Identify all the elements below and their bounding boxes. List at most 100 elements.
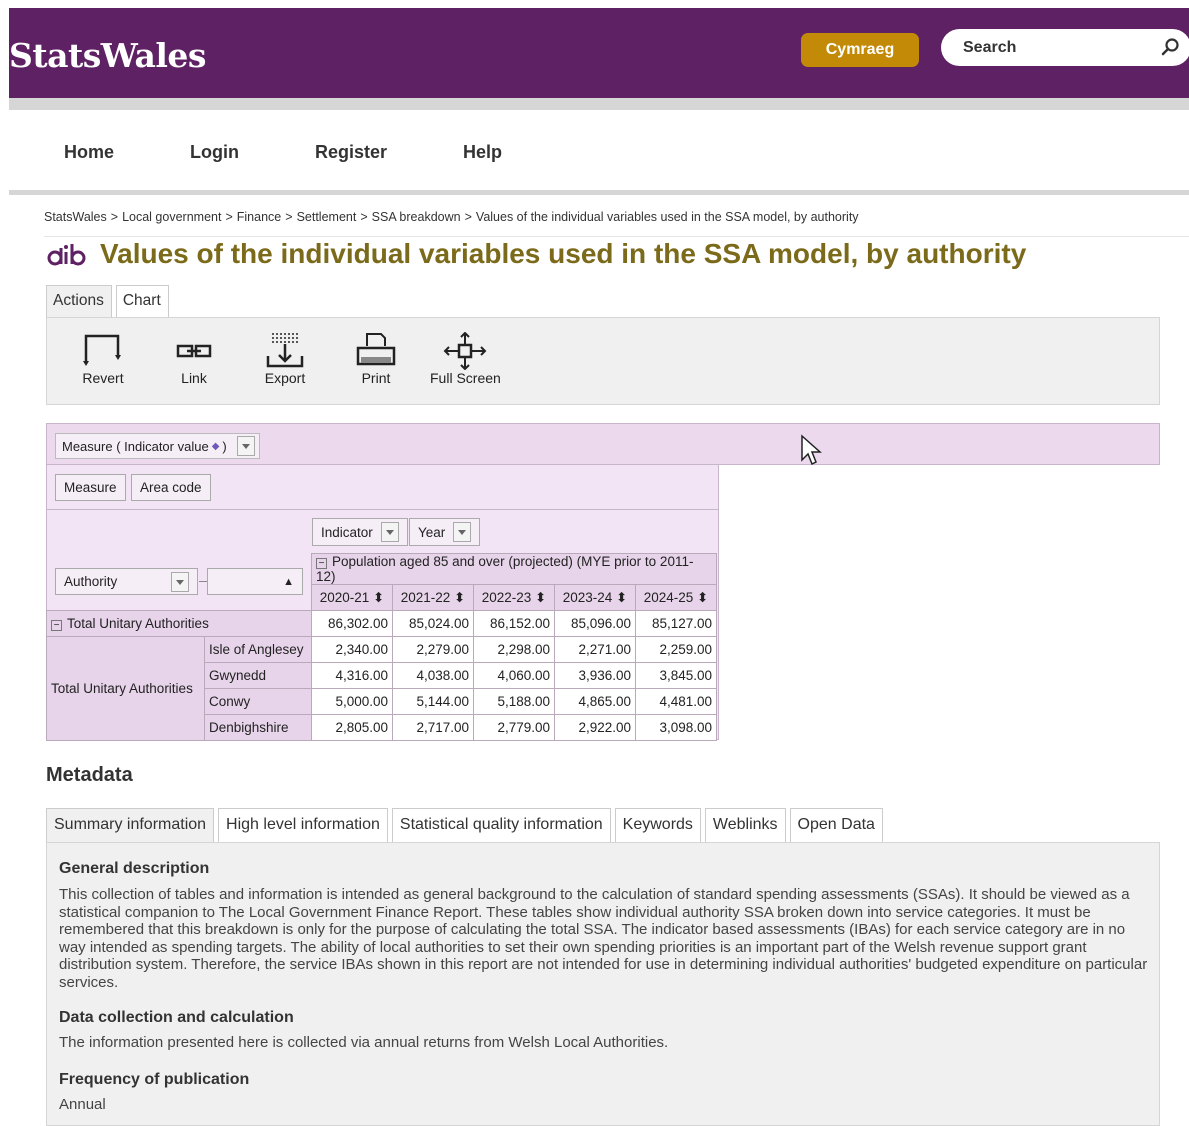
table-cell: 2,717.00 (392, 714, 474, 741)
metadata-panel: General description This collection of t… (46, 842, 1160, 1126)
page-title: Values of the individual variables used … (100, 238, 1027, 269)
tab-actions[interactable]: Actions (46, 285, 112, 317)
table-cell: 2,922.00 (554, 714, 636, 741)
table-cell: 3,845.00 (635, 662, 717, 689)
revert-button[interactable]: Revert (80, 332, 126, 386)
table-cell: 2,805.00 (311, 714, 393, 741)
breadcrumb-settlement[interactable]: Settlement (297, 210, 357, 224)
table-cell: 4,316.00 (311, 662, 393, 689)
tab-summary-information[interactable]: Summary information (46, 808, 215, 842)
collapse-icon[interactable]: − (316, 558, 327, 569)
actions-toolbar: Revert Link Export Print Full Screen (46, 317, 1160, 405)
breadcrumb-finance[interactable]: Finance (237, 210, 281, 224)
export-label: Export (264, 370, 306, 386)
site-header: StatsWales Cymraeg (9, 8, 1189, 98)
tab-open-data[interactable]: Open Data (789, 808, 883, 842)
nav-register[interactable]: Register (315, 142, 463, 163)
export-icon (266, 333, 304, 368)
breadcrumb-divider (44, 236, 1189, 237)
link-button[interactable]: Link (171, 332, 217, 386)
main-nav: Home Login Register Help (64, 142, 502, 163)
authority-name: Denbighshire (204, 714, 312, 741)
indicator-pill-label: Indicator (321, 524, 373, 540)
breadcrumb-ssa-breakdown[interactable]: SSA breakdown (372, 210, 461, 224)
chevron-down-icon[interactable] (453, 522, 472, 542)
pivot-table: − Population aged 85 and over (projected)… (46, 553, 717, 741)
year-header[interactable]: 2020-21 ⬍ (311, 584, 393, 611)
table-row: − Total Unitary Authorities 86,302.00 85,… (46, 610, 717, 637)
sort-icon: ⬍ (373, 589, 385, 605)
print-button[interactable]: Print (353, 332, 399, 386)
nav-login[interactable]: Login (190, 142, 315, 163)
table-cell: 2,279.00 (392, 636, 474, 663)
dataset-icon (47, 244, 86, 266)
nav-help[interactable]: Help (463, 142, 502, 163)
full-screen-button[interactable]: Full Screen (430, 332, 501, 386)
measure-pill[interactable]: Measure (55, 474, 126, 501)
revert-icon (83, 334, 121, 366)
tab-weblinks[interactable]: Weblinks (704, 808, 786, 842)
table-cell: 86,152.00 (473, 610, 555, 637)
breadcrumb-statswales[interactable]: StatsWales (44, 210, 107, 224)
view-tabs: Actions Chart (46, 285, 169, 317)
indicator-header: − Population aged 85 and over (projected)… (311, 553, 717, 585)
year-header[interactable]: 2023-24 ⬍ (554, 584, 636, 611)
authority-name: Conwy (204, 688, 312, 715)
general-description-text: This collection of tables and informatio… (59, 886, 1148, 991)
year-header[interactable]: 2022-23 ⬍ (473, 584, 555, 611)
group-row-header: Total Unitary Authorities (46, 636, 205, 741)
tab-keywords[interactable]: Keywords (614, 808, 701, 842)
breadcrumb-current: Values of the individual variables used … (475, 210, 859, 224)
area-code-pill[interactable]: Area code (131, 474, 211, 501)
collapse-icon[interactable]: − (51, 620, 62, 631)
print-label: Print (361, 370, 391, 386)
tab-chart[interactable]: Chart (115, 285, 169, 317)
year-header[interactable]: 2024-25 ⬍ (635, 584, 717, 611)
nav-divider (9, 190, 1189, 195)
mouse-cursor-icon (801, 434, 822, 466)
frequency-heading: Frequency of publication (59, 1071, 250, 1088)
table-cell: 4,481.00 (635, 688, 717, 715)
tab-statistical-quality-information[interactable]: Statistical quality information (391, 808, 611, 842)
indicator-pill[interactable]: Indicator (312, 518, 408, 546)
sort-icon: ⬍ (535, 589, 547, 605)
breadcrumb: StatsWales > Local government > Finance > Sett… (44, 210, 859, 224)
table-cell: 2,271.00 (554, 636, 636, 663)
table-cell: 85,096.00 (554, 610, 636, 637)
metadata-heading: Metadata (46, 764, 133, 786)
statswales-logo[interactable]: StatsWales (9, 36, 206, 75)
export-button[interactable]: Export (262, 332, 308, 386)
table-cell: 5,188.00 (473, 688, 555, 715)
year-pill[interactable]: Year (409, 518, 481, 546)
link-label: Link (181, 370, 207, 386)
measure-filter-label: Measure ( Indicator value (62, 438, 209, 454)
authority-name: Gwynedd (204, 662, 312, 689)
table-cell: 3,936.00 (554, 662, 636, 689)
breadcrumb-local-government[interactable]: Local government (122, 210, 221, 224)
revert-label: Revert (82, 370, 124, 386)
tab-high-level-information[interactable]: High level information (218, 808, 388, 842)
print-icon (356, 333, 396, 366)
cymraeg-button[interactable]: Cymraeg (801, 33, 919, 67)
pivot-divider (47, 509, 719, 510)
table-cell: 2,259.00 (635, 636, 717, 663)
chevron-down-icon[interactable] (236, 436, 255, 456)
nav-home[interactable]: Home (64, 142, 190, 163)
table-cell: 2,779.00 (473, 714, 555, 741)
measure-filter-pill[interactable]: Measure ( Indicator value ◆ ) (55, 433, 260, 459)
sort-icon: ⬍ (454, 589, 466, 605)
table-cell: 2,298.00 (473, 636, 555, 663)
year-header[interactable]: 2021-22 ⬍ (392, 584, 474, 611)
search-box (941, 29, 1189, 66)
table-cell: 85,024.00 (392, 610, 474, 637)
table-cell: 4,865.00 (554, 688, 636, 715)
total-row-header: − Total Unitary Authorities (46, 610, 312, 637)
chevron-down-icon[interactable] (380, 522, 399, 542)
search-icon[interactable] (1161, 37, 1181, 57)
sort-icon: ⬍ (616, 589, 628, 605)
search-input[interactable] (963, 38, 1153, 57)
frequency-text: Annual (59, 1096, 106, 1113)
authority-name: Isle of Anglesey (204, 636, 312, 663)
general-description-heading: General description (59, 860, 210, 877)
metadata-tabs: Summary information High level informati… (46, 808, 887, 842)
